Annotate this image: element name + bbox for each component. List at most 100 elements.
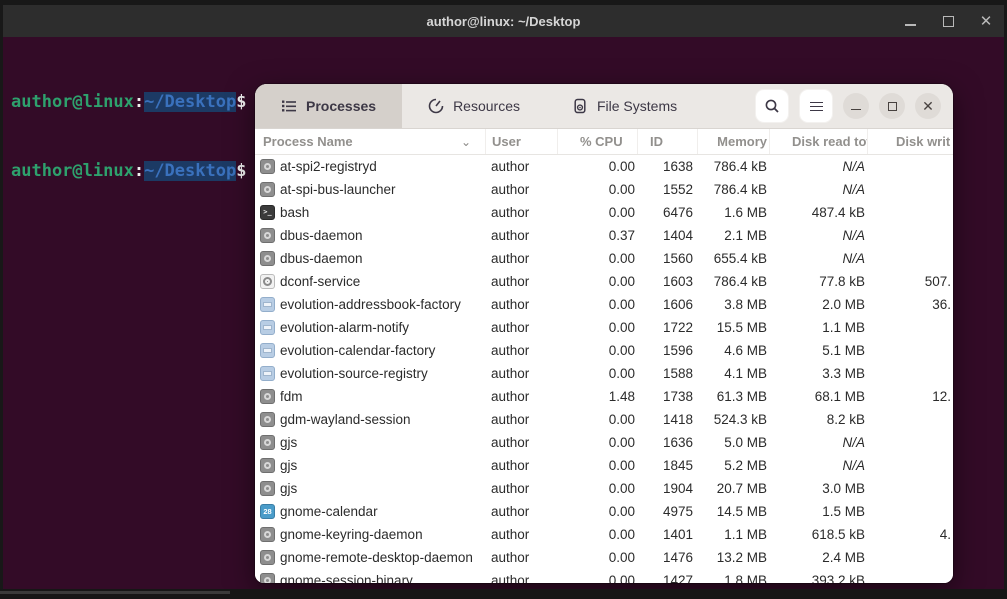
- disk-read-cell: 618.5 kB: [769, 527, 867, 542]
- close-icon: ✕: [922, 99, 934, 113]
- table-row[interactable]: fdm author 1.48 1738 61.3 MB 68.1 MB 12.: [255, 385, 953, 408]
- search-button[interactable]: [755, 89, 789, 123]
- monitor-maximize-button[interactable]: [879, 93, 905, 119]
- id-cell: 6476: [637, 205, 697, 220]
- process-icon: [260, 159, 275, 174]
- table-row[interactable]: gjs author 0.00 1845 5.2 MB N/A: [255, 454, 953, 477]
- memory-cell: 655.4 kB: [697, 251, 769, 266]
- table-row[interactable]: at-spi-bus-launcher author 0.00 1552 786…: [255, 178, 953, 201]
- process-name-cell: evolution-addressbook-factory: [255, 297, 485, 312]
- table-row[interactable]: dconf-service author 0.00 1603 786.4 kB …: [255, 270, 953, 293]
- table-row[interactable]: gjs author 0.00 1904 20.7 MB 3.0 MB: [255, 477, 953, 500]
- column-header-disk-write[interactable]: Disk writ: [867, 129, 953, 154]
- prompt-user-host: author@linux: [11, 92, 134, 112]
- cpu-cell: 0.00: [557, 504, 637, 519]
- column-header-process-name[interactable]: Process Name ⌄: [255, 129, 485, 154]
- disk-read-cell: 3.3 MB: [769, 366, 867, 381]
- cpu-cell: 0.00: [557, 458, 637, 473]
- column-header-cpu[interactable]: % CPU: [557, 129, 637, 154]
- user-cell: author: [485, 435, 557, 450]
- table-row[interactable]: gnome-session-binary author 0.00 1427 1.…: [255, 569, 953, 583]
- column-label: Disk writ: [896, 134, 950, 149]
- disk-read-cell: 68.1 MB: [769, 389, 867, 404]
- monitor-close-button[interactable]: ✕: [915, 93, 941, 119]
- monitor-minimize-button[interactable]: [843, 93, 869, 119]
- cpu-cell: 0.00: [557, 159, 637, 174]
- prompt-dollar: $: [236, 92, 256, 112]
- window-edge-highlight: [0, 591, 230, 594]
- memory-cell: 4.1 MB: [697, 366, 769, 381]
- process-icon: [260, 274, 275, 289]
- user-cell: author: [485, 320, 557, 335]
- table-row[interactable]: dbus-daemon author 0.00 1560 655.4 kB N/…: [255, 247, 953, 270]
- process-name-cell: dconf-service: [255, 274, 485, 289]
- process-name-cell: gnome-remote-desktop-daemon: [255, 550, 485, 565]
- table-row[interactable]: at-spi2-registryd author 0.00 1638 786.4…: [255, 155, 953, 178]
- id-cell: 4975: [637, 504, 697, 519]
- column-label: Process Name: [263, 134, 353, 149]
- process-icon: [260, 435, 275, 450]
- process-icon: 28: [260, 504, 275, 519]
- table-row[interactable]: gnome-keyring-daemon author 0.00 1401 1.…: [255, 523, 953, 546]
- column-header-id[interactable]: ID: [637, 129, 697, 154]
- table-row[interactable]: evolution-source-registry author 0.00 15…: [255, 362, 953, 385]
- process-name: gjs: [280, 458, 297, 473]
- tab-file-systems[interactable]: File Systems: [546, 84, 703, 128]
- table-row[interactable]: evolution-addressbook-factory author 0.0…: [255, 293, 953, 316]
- user-cell: author: [485, 205, 557, 220]
- table-row[interactable]: evolution-calendar-factory author 0.00 1…: [255, 339, 953, 362]
- process-name-cell: gnome-keyring-daemon: [255, 527, 485, 542]
- id-cell: 1560: [637, 251, 697, 266]
- disk-read-cell: N/A: [769, 251, 867, 266]
- menu-button[interactable]: [799, 89, 833, 123]
- process-name-cell: >_ bash: [255, 205, 485, 220]
- disk-write-cell: 12.: [867, 389, 953, 404]
- terminal-minimize-button[interactable]: [902, 13, 918, 29]
- column-header-disk-read[interactable]: Disk read tot: [769, 129, 867, 154]
- user-cell: author: [485, 274, 557, 289]
- system-monitor-headerbar[interactable]: Processes Resources File Systems: [255, 84, 953, 129]
- user-cell: author: [485, 527, 557, 542]
- table-row[interactable]: gdm-wayland-session author 0.00 1418 524…: [255, 408, 953, 431]
- process-name-cell: gjs: [255, 458, 485, 473]
- disk-read-cell: 1.5 MB: [769, 504, 867, 519]
- terminal-titlebar[interactable]: author@linux: ~/Desktop ✕: [3, 5, 1004, 37]
- table-row[interactable]: dbus-daemon author 0.37 1404 2.1 MB N/A: [255, 224, 953, 247]
- table-row[interactable]: gjs author 0.00 1636 5.0 MB N/A: [255, 431, 953, 454]
- process-icon: [260, 573, 275, 583]
- process-name: evolution-alarm-notify: [280, 320, 409, 335]
- id-cell: 1606: [637, 297, 697, 312]
- user-cell: author: [485, 182, 557, 197]
- tab-label: File Systems: [597, 98, 677, 114]
- table-row[interactable]: >_ bash author 0.00 6476 1.6 MB 487.4 kB: [255, 201, 953, 224]
- disk-read-cell: 8.2 kB: [769, 412, 867, 427]
- process-name-cell: 28 gnome-calendar: [255, 504, 485, 519]
- terminal-maximize-button[interactable]: [940, 13, 956, 29]
- disk-read-cell: 2.0 MB: [769, 297, 867, 312]
- column-header-user[interactable]: User: [485, 129, 557, 154]
- memory-cell: 786.4 kB: [697, 159, 769, 174]
- process-name: at-spi2-registryd: [280, 159, 377, 174]
- memory-cell: 61.3 MB: [697, 389, 769, 404]
- process-icon: [260, 228, 275, 243]
- user-cell: author: [485, 251, 557, 266]
- process-name-cell: evolution-source-registry: [255, 366, 485, 381]
- id-cell: 1596: [637, 343, 697, 358]
- process-name-cell: at-spi-bus-launcher: [255, 182, 485, 197]
- id-cell: 1638: [637, 159, 697, 174]
- tab-resources[interactable]: Resources: [402, 84, 546, 128]
- tab-processes[interactable]: Processes: [255, 84, 402, 128]
- user-cell: author: [485, 389, 557, 404]
- process-name: bash: [280, 205, 309, 220]
- table-row[interactable]: evolution-alarm-notify author 0.00 1722 …: [255, 316, 953, 339]
- process-icon: [260, 366, 275, 381]
- process-icon: [260, 458, 275, 473]
- process-name: evolution-addressbook-factory: [280, 297, 461, 312]
- cpu-cell: 0.00: [557, 205, 637, 220]
- table-row[interactable]: gnome-remote-desktop-daemon author 0.00 …: [255, 546, 953, 569]
- process-name: gdm-wayland-session: [280, 412, 411, 427]
- terminal-close-button[interactable]: ✕: [978, 13, 994, 29]
- table-row[interactable]: 28 gnome-calendar author 0.00 4975 14.5 …: [255, 500, 953, 523]
- id-cell: 1552: [637, 182, 697, 197]
- column-header-memory[interactable]: Memory: [697, 129, 769, 154]
